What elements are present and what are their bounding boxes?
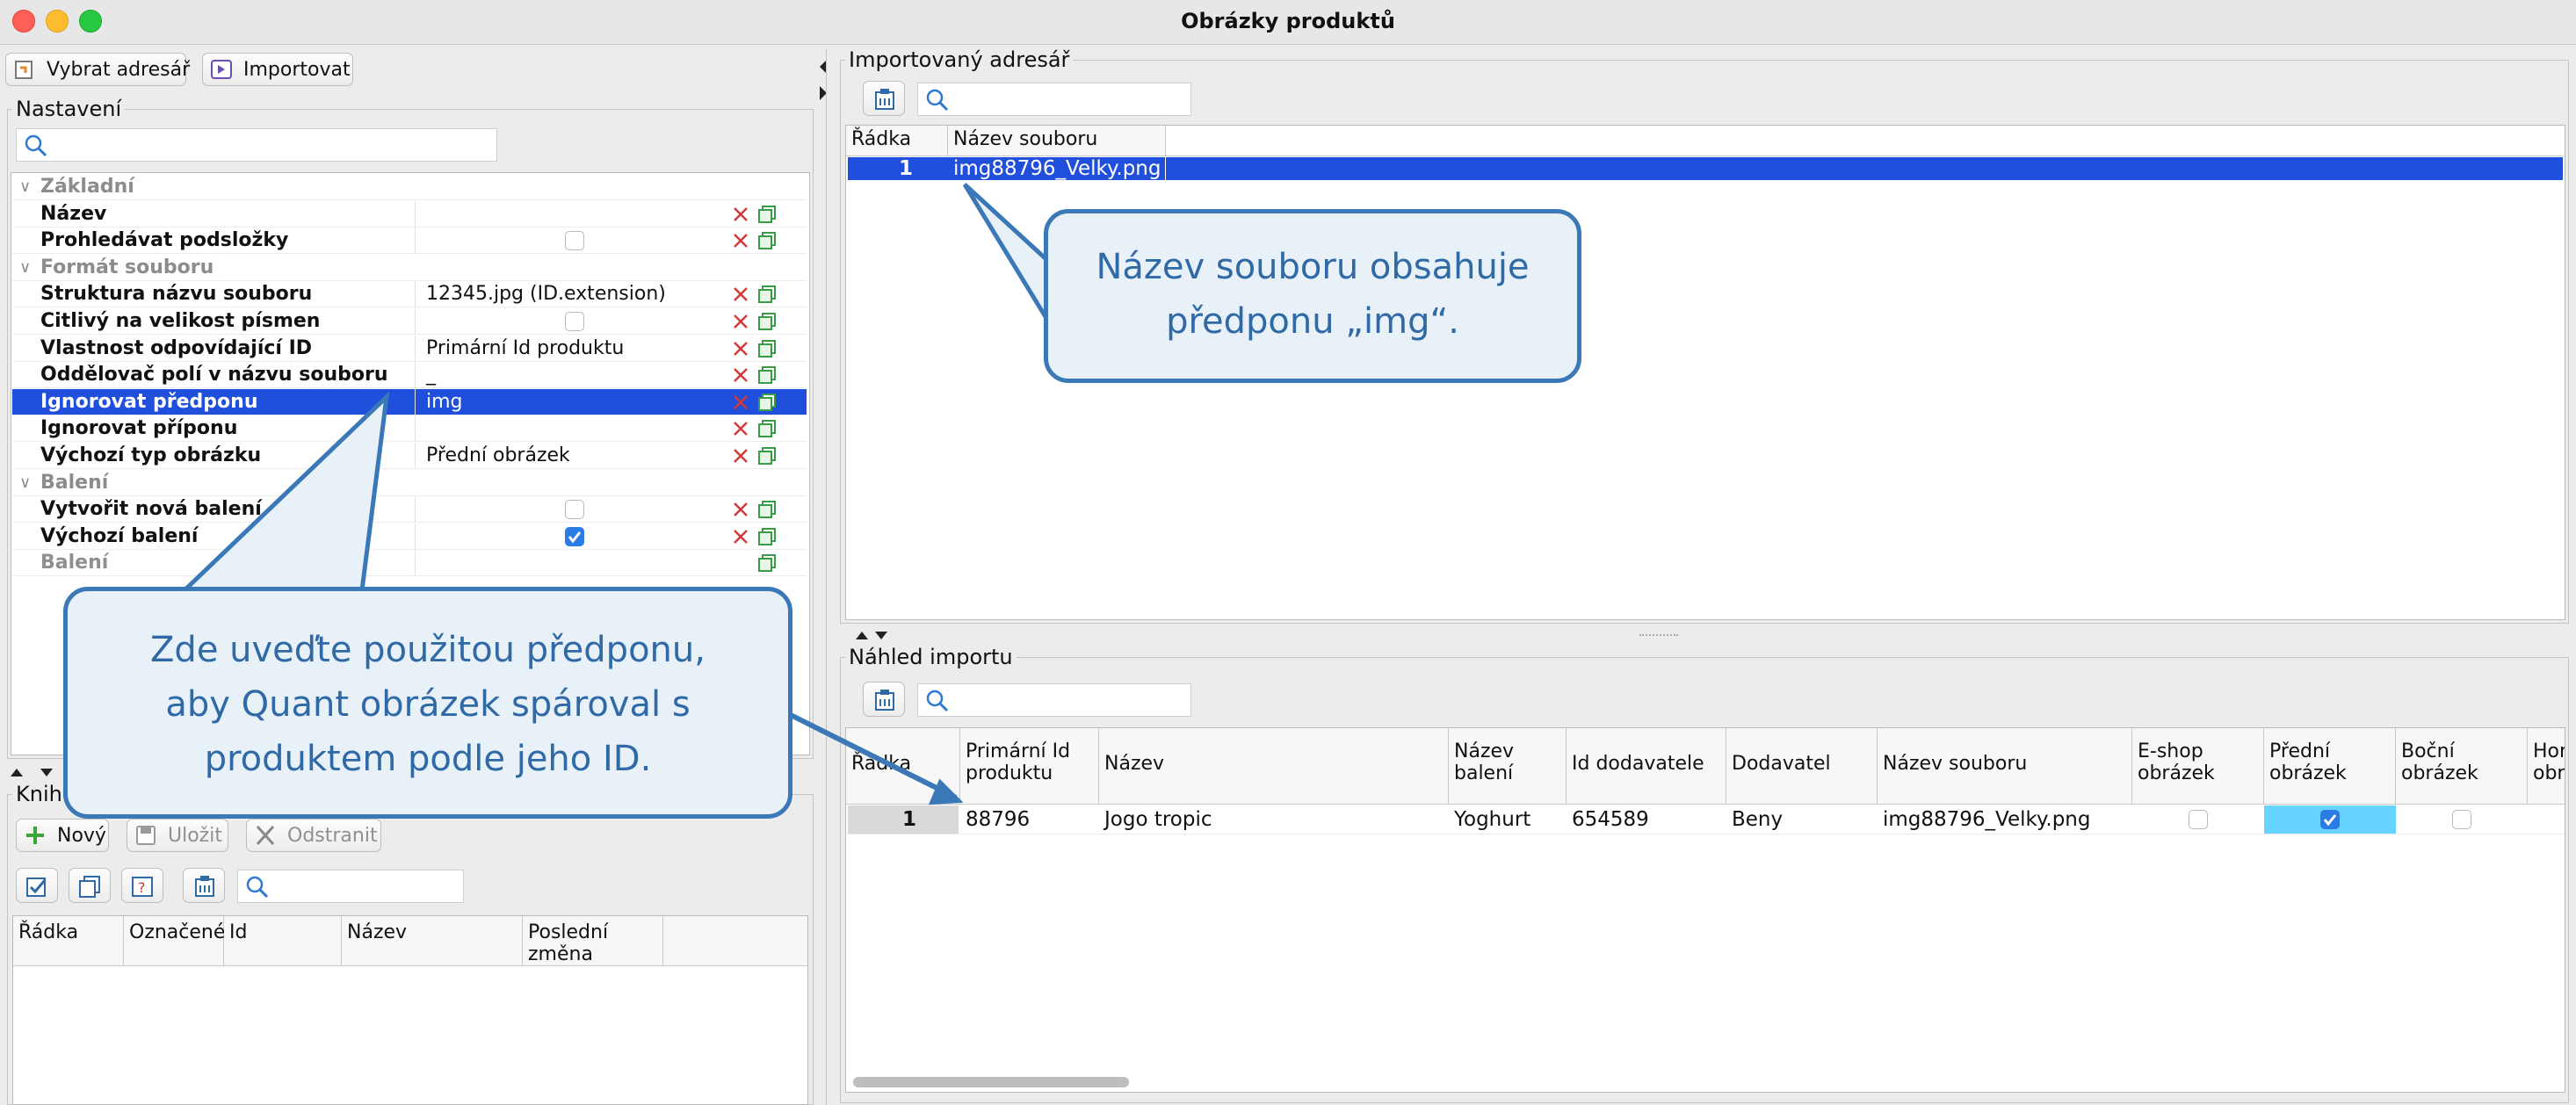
prefix-callout-line: Zde uveďte použitou předponu, [150,630,706,670]
filename-callout-line: Název souboru obsahuje [1096,247,1530,287]
callout-pointers [183,183,1051,805]
prefix-callout-line: aby Quant obrázek spároval s [165,684,691,725]
filename-callout-line: předponu „img“. [1166,301,1459,342]
prefix-callout-line: produktem podle jeho ID. [204,739,652,779]
prefix-callout: Zde uveďte použitou předponu, aby Quant … [63,587,792,819]
filename-callout: Název souboru obsahuje předponu „img“. [1044,209,1581,383]
